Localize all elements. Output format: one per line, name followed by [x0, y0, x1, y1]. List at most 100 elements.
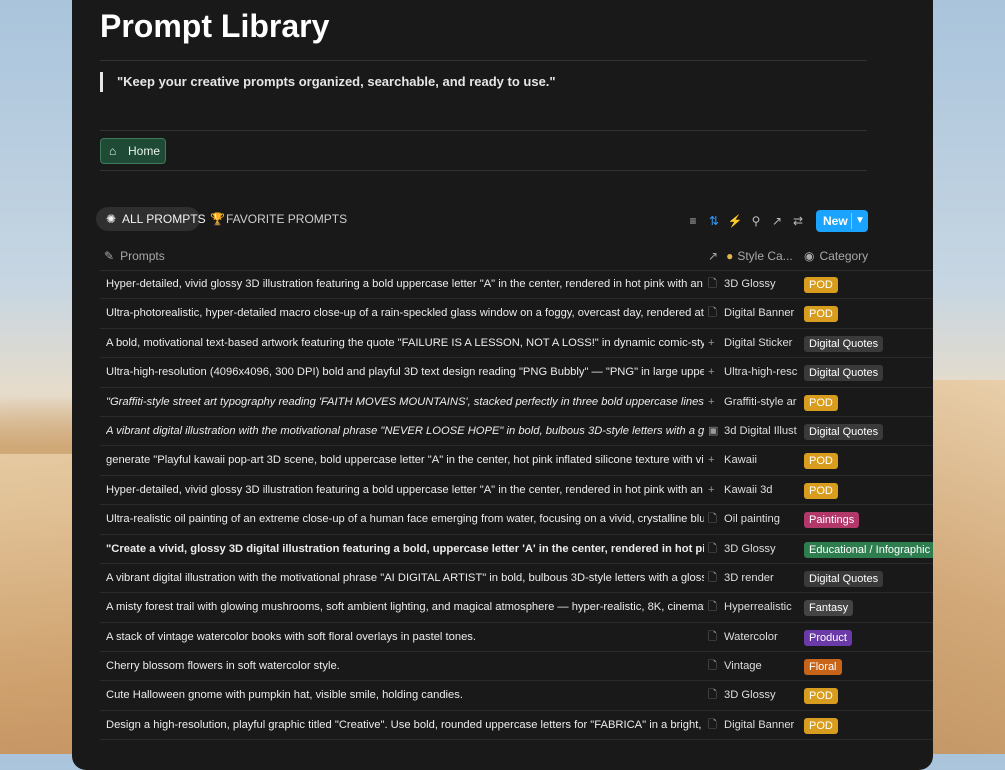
column-label: Category — [819, 249, 869, 263]
prompt-cell[interactable]: Ultra-photorealistic, hyper-detailed mac… — [106, 299, 704, 327]
table-row[interactable]: A vibrant digital illustration with the … — [100, 564, 933, 594]
table-row[interactable]: generate "Playful kawaii pop-art 3D scen… — [100, 446, 933, 476]
sort-icon[interactable]: ⇅ — [705, 210, 723, 232]
category-badge: POD — [804, 306, 838, 323]
prompt-cell[interactable]: generate "Playful kawaii pop-art 3D scen… — [106, 446, 704, 474]
style-label: 3D render — [724, 571, 774, 584]
style-label: Ultra-high-resc — [724, 366, 798, 379]
category-cell[interactable]: Educational / Infographic — [804, 541, 933, 558]
prompt-cell[interactable]: Ultra-high-resolution (4096x4096, 300 DP… — [106, 358, 704, 386]
lightning-icon[interactable]: ⚡ — [726, 210, 744, 232]
table-row[interactable]: A stack of vintage watercolor books with… — [100, 623, 933, 653]
category-cell[interactable]: Fantasy — [804, 600, 854, 617]
table-row[interactable]: Ultra-realistic oil painting of an extre… — [100, 505, 933, 535]
style-cell[interactable]: 🗋 3D Glossy — [708, 681, 802, 709]
style-label: Digital Banner — [724, 718, 795, 731]
tab-favorite-prompts[interactable]: 🏆 FAVORITE PROMPTS — [200, 207, 347, 231]
home-button[interactable]: ⌂ Home — [100, 138, 166, 164]
prompt-cell[interactable]: A vibrant digital illustration with the … — [106, 564, 704, 592]
expand-icon[interactable]: ↗ — [768, 210, 786, 232]
prompts-column-header[interactable]: ✎ Prompts — [104, 242, 165, 270]
style-label: Kawaii 3d — [724, 483, 773, 496]
style-label: 3D Glossy — [724, 542, 776, 555]
new-button[interactable]: New ▼ — [816, 210, 868, 232]
table-row[interactable]: "Graffiti-style street art typography re… — [100, 388, 933, 417]
category-cell[interactable]: Digital Quotes — [804, 570, 884, 587]
style-cell[interactable]: 🗋 Oil painting — [708, 505, 802, 533]
table-row[interactable]: Hyper-detailed, vivid glossy 3D illustra… — [100, 270, 933, 300]
plus-icon: + — [708, 483, 715, 496]
arrow-icon: ↗ — [708, 249, 719, 263]
style-cell[interactable]: 🗋 Vintage — [708, 652, 802, 680]
category-cell[interactable]: Digital Quotes — [804, 365, 884, 382]
search-icon[interactable]: ⚲ — [747, 210, 765, 232]
style-column-header[interactable]: ↗ ● Style Ca... — [708, 242, 793, 270]
category-cell[interactable]: POD — [804, 688, 838, 705]
prompt-cell[interactable]: A vibrant digital illustration with the … — [106, 417, 704, 445]
plus-icon: + — [708, 336, 715, 349]
category-cell[interactable]: Paintings — [804, 512, 860, 529]
category-badge: Digital Quotes — [804, 365, 884, 382]
style-cell[interactable]: 🗋 Digital Banner — [708, 299, 802, 327]
table-row[interactable]: A bold, motivational text-based artwork … — [100, 329, 933, 359]
table-row[interactable]: Cherry blossom flowers in soft watercolo… — [100, 652, 933, 682]
style-cell[interactable]: + Ultra-high-resc — [708, 358, 802, 386]
table-row[interactable]: Cute Halloween gnome with pumpkin hat, v… — [100, 681, 933, 711]
column-label: Prompts — [120, 249, 165, 263]
table-row[interactable]: Hyper-detailed, vivid glossy 3D illustra… — [100, 476, 933, 506]
category-cell[interactable]: Digital Quotes — [804, 335, 884, 352]
page-icon: 🗋 — [708, 718, 717, 731]
style-cell[interactable]: ▣ 3d Digital Illust — [708, 417, 802, 445]
tab-label: ALL PROMPTS — [122, 212, 206, 226]
filter-icon[interactable]: ≡ — [684, 210, 702, 232]
prompt-cell[interactable]: Ultra-realistic oil painting of an extre… — [106, 505, 704, 533]
prompt-cell[interactable]: "Create a vivid, glossy 3D digital illus… — [106, 535, 704, 563]
category-cell[interactable]: POD — [804, 394, 838, 411]
category-cell[interactable]: Digital Quotes — [804, 423, 884, 440]
page-icon: 🗋 — [708, 307, 717, 320]
palette-icon: ● — [726, 249, 734, 263]
style-cell[interactable]: + Kawaii 3d — [708, 476, 802, 504]
table-row[interactable]: Design a high-resolution, playful graphi… — [100, 711, 933, 741]
style-cell[interactable]: + Graffiti-style ar — [708, 388, 802, 416]
category-cell[interactable]: POD — [804, 717, 838, 734]
style-cell[interactable]: 🗋 3D Glossy — [708, 270, 802, 298]
prompt-cell[interactable]: Cherry blossom flowers in soft watercolo… — [106, 652, 704, 680]
style-label: Kawaii — [724, 454, 757, 467]
table-row[interactable]: A vibrant digital illustration with the … — [100, 417, 933, 447]
category-cell[interactable]: Product — [804, 629, 852, 646]
page-icon: 🗋 — [708, 689, 717, 702]
style-cell[interactable]: + Kawaii — [708, 446, 802, 474]
chevron-down-icon[interactable]: ▼ — [855, 210, 865, 232]
prompt-cell[interactable]: "Graffiti-style street art typography re… — [106, 388, 704, 416]
new-button-label: New — [823, 214, 848, 228]
style-cell[interactable]: 🗋 Watercolor — [708, 623, 802, 651]
prompt-cell[interactable]: A bold, motivational text-based artwork … — [106, 329, 704, 357]
table-row[interactable]: "Create a vivid, glossy 3D digital illus… — [100, 535, 933, 564]
category-badge: POD — [804, 453, 838, 470]
style-cell[interactable]: 🗋 3D Glossy — [708, 535, 802, 563]
tab-all-prompts[interactable]: ✺ ALL PROMPTS — [96, 207, 206, 231]
category-cell[interactable]: POD — [804, 453, 838, 470]
prompt-cell[interactable]: Hyper-detailed, vivid glossy 3D illustra… — [106, 476, 704, 504]
prompt-cell[interactable]: A misty forest trail with glowing mushro… — [106, 593, 704, 621]
table-row[interactable]: Ultra-photorealistic, hyper-detailed mac… — [100, 299, 933, 329]
prompt-cell[interactable]: Cute Halloween gnome with pumpkin hat, v… — [106, 681, 704, 709]
table-row[interactable]: A misty forest trail with glowing mushro… — [100, 593, 933, 623]
category-cell[interactable]: POD — [804, 306, 838, 323]
settings-icon[interactable]: ⇄ — [789, 210, 807, 232]
prompt-cell[interactable]: A stack of vintage watercolor books with… — [106, 623, 704, 651]
category-badge: Digital Quotes — [804, 570, 884, 587]
category-cell[interactable]: Floral — [804, 659, 842, 676]
prompt-cell[interactable]: Hyper-detailed, vivid glossy 3D illustra… — [106, 270, 704, 298]
category-column-header[interactable]: ◉ Category — [804, 242, 868, 270]
style-cell[interactable]: 🗋 Digital Banner — [708, 711, 802, 739]
table-row[interactable]: Ultra-high-resolution (4096x4096, 300 DP… — [100, 358, 933, 388]
prompt-cell[interactable]: Design a high-resolution, playful graphi… — [106, 711, 704, 739]
category-cell[interactable]: POD — [804, 277, 838, 293]
page-icon: 🗋 — [708, 601, 717, 614]
style-cell[interactable]: 🗋 3D render — [708, 564, 802, 592]
category-cell[interactable]: POD — [804, 482, 838, 499]
style-cell[interactable]: 🗋 Hyperrealistic — [708, 593, 802, 621]
style-cell[interactable]: + Digital Sticker — [708, 329, 802, 357]
